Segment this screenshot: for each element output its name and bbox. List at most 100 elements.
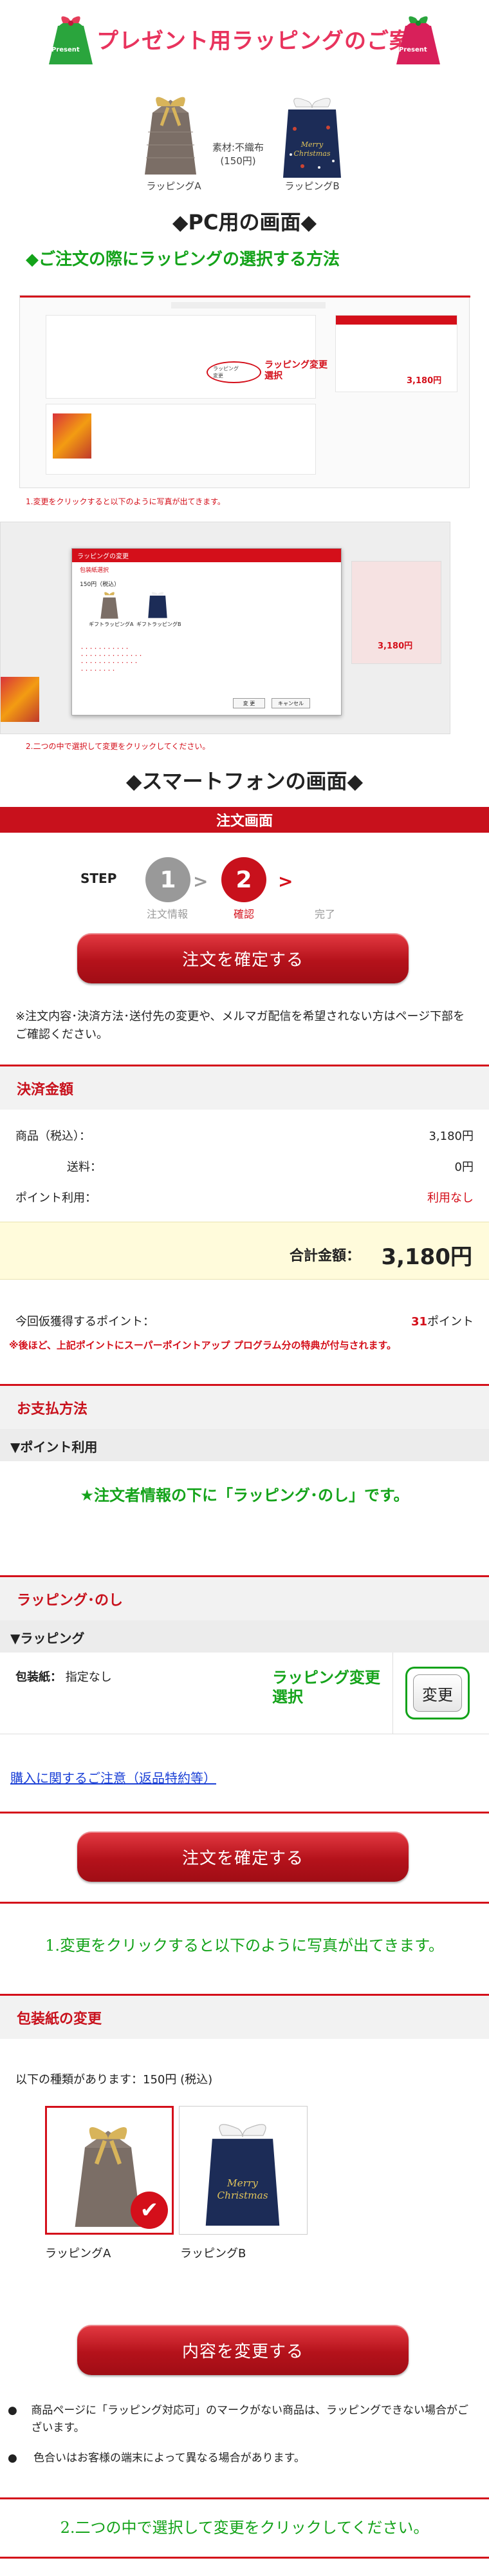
pc-popup-price: 150円（税込） [80,582,120,588]
pc-product-image [53,413,91,459]
payment-row-label-1: 送料： [67,1160,102,1174]
step-2-label: 確認 [233,908,254,920]
bullet-2: ● 色合いはお客様の端末によって異なる場合があります。 [8,2450,477,2467]
wrap-option-a[interactable]: ✔ [45,2106,174,2235]
wrap-change-highlight: 変更 [405,1667,470,1719]
step-2-circle: 2 [221,857,266,902]
payment-row-label-2: ポイント利用： [15,1191,97,1205]
step-arrow-2: > [278,871,293,892]
pc-popup-ok-button[interactable]: 変 更 [233,698,265,708]
order-screen-bar: 注文画面 [0,807,489,833]
pc-popup-cancel-button[interactable]: キャンセル [272,698,310,708]
wrap-change-button[interactable]: 変更 [413,1674,462,1712]
pc-section-subtitle: ◆ご注文の際にラッピングの選択する方法 [26,250,340,269]
wrap-option-b-label: ラッピングB [180,2247,246,2260]
intro-wrap-a-label: ラッピングA [146,180,201,192]
wrap-select-hint: ラッピング変更 選択 [272,1669,380,1706]
intro-wrap-b-label: ラッピングB [284,180,340,192]
header: Present プレゼント用ラッピングのご案内 Present [0,0,489,77]
pc-popup-b-label[interactable]: ギフトラッピングB [136,621,181,628]
points-unit: ポイント [427,1315,474,1329]
wrapping-b-image: Merry Christmas [283,98,341,178]
pc-popup: ラッピングの変更 包装紙選択 150円（税込） ギフトラッピングA ギフトラッピ… [71,548,342,715]
pc-popup-wrap-b-icon [148,592,167,618]
points-number: 31 [411,1315,427,1329]
change-content-button[interactable]: 内容を変更する [77,2325,409,2375]
step-1-label: 注文情報 [146,908,188,920]
purchase-notes-link[interactable]: 購入に関するご注意（返品特約等） [10,1768,216,1786]
pc-popup-notes: ・・・・・・・・・・・ ・・・・・・・・・・・・・・ ・・・・・・・・・・・・・ ・・… [80,646,143,673]
wrap-change-desc: 以下の種類があります：150円 (税込) [15,2073,213,2087]
sp-section-title: ◆スマートフォンの画面◆ [125,769,364,793]
wrap-toggle[interactable]: ▼ラッピング [0,1620,489,1653]
total-label: 合計金額： [289,1248,360,1264]
pc-section-title: ◆PC用の画面◆ [172,210,317,234]
bullet-2-text: 色合いはお客様の端末によって異なる場合があります。 [33,2452,305,2465]
red-divider-4 [0,2557,489,2559]
green-note-2: 1.変更をクリックすると以下のように写真が出てきます。 [45,1937,444,1955]
total-box: 合計金額： 3,180円 [0,1222,489,1280]
red-divider-3 [0,2497,489,2499]
wrap-option-b[interactable]: Merry Christmas [179,2106,308,2235]
wrap-section-title: ラッピング･のし [0,1575,489,1620]
bullet-1-text: 商品ページに「ラッピング対応可」のマークがない商品は、ラッピングできない場合がご… [31,2404,469,2435]
option-b-merry-top: Merry [226,2177,258,2189]
wrap-change-bullets: ● 商品ページに「ラッピング対応可」のマークがない商品は、ラッピングできない場合が… [8,2402,477,2468]
total-value: 3,180円 [381,1244,472,1270]
present-label-right: Present [399,46,427,53]
merry-text-bottom: Christmas [294,149,331,158]
payment-row-label-0: 商品（税込）： [15,1130,91,1143]
step-label: STEP [80,871,117,886]
pc-select-text: ラッピング変更 選択 [264,360,328,381]
pc-screenshot-2: ラッピングの変更 包装紙選択 150円（税込） ギフトラッピングA ギフトラッピ… [0,522,450,734]
points-value: 31ポイント [411,1312,474,1329]
wrap-row: 包装紙： 指定なし [15,1668,112,1685]
wrap-value: 指定なし [65,1671,112,1684]
pc-note-2: 2.二つの中で選択して変更をクリックしてください。 [26,742,210,751]
red-divider [0,1812,489,1814]
pc-cart-bg: 3,180円 [351,561,441,664]
page-title: プレゼント用ラッピングのご案内 [97,28,434,54]
wrap-label: 包装紙： [15,1671,62,1684]
pc-product-image-2 [1,677,39,722]
payment-row-value-2: 利用なし [427,1191,474,1205]
wrap-option-b-image: Merry Christmas [205,2124,280,2226]
pay-method-title: お支払方法 [0,1384,489,1429]
present-bag-green-icon [49,16,93,64]
green-note-1: ★注文者情報の下に「ラッピング･のし」です。 [80,1486,409,1504]
option-b-merry-bottom: Christmas [217,2190,268,2201]
step-3-label: 完了 [314,908,335,920]
confirm-order-button-2[interactable]: 注文を確定する [77,1832,409,1882]
pc-popup-title: ラッピングの変更 [72,549,341,562]
step-1-circle: 1 [145,857,190,902]
check-icon: ✔ [131,2192,168,2229]
merry-text-top: Merry [300,140,324,149]
pc-form [46,315,316,399]
payment-section-title: 決済金額 [0,1065,489,1110]
present-bag-pink-icon [396,16,440,64]
wrapping-a-image [145,97,196,175]
points-note: ※後ほど、上記ポイントにスーパーポイントアップ プログラム分の特典が付与されます… [9,1340,396,1351]
intro-material-text: 素材:不織布 [212,142,264,153]
step-arrow-1: > [193,871,208,892]
confirm-order-button[interactable]: 注文を確定する [77,933,409,983]
red-divider-2 [0,1902,489,1904]
pc-popup-a-label[interactable]: ギフトラッピングA [89,621,133,628]
pc-product-box [46,404,316,475]
pc-popup-wrap-a-icon [100,592,118,619]
present-label-left: Present [51,46,80,53]
pc-screenshot-1: ラッピング 変更 ラッピング変更 選択 3,180円 [19,295,470,488]
wrap-change-title: 包装紙の変更 [0,1994,489,2039]
pc-note-1: 1.変更をクリックすると以下のように写真が出てきます。 [26,497,225,506]
pc-tabs [171,302,326,308]
pc-cart-total: 3,180円 [407,376,442,386]
point-use-toggle[interactable]: ▼ポイント利用 [0,1429,489,1461]
order-notice: ※注文内容･決済方法･送付先の変更や、メルマガ配信を希望されない方はページ下部を… [15,1010,465,1041]
green-note-3: 2.二つの中で選択して変更をクリックしてください。 [60,2519,429,2537]
intro-price-text: (150円) [220,155,256,167]
pc-popup-tab: 包装紙選択 [80,567,109,574]
intro-material: 素材:不織布 (150円) [206,140,270,167]
pc-cart: 3,180円 [335,315,457,392]
wrap-divider [392,1653,393,1734]
pc-cart-total-2: 3,180円 [378,641,413,651]
